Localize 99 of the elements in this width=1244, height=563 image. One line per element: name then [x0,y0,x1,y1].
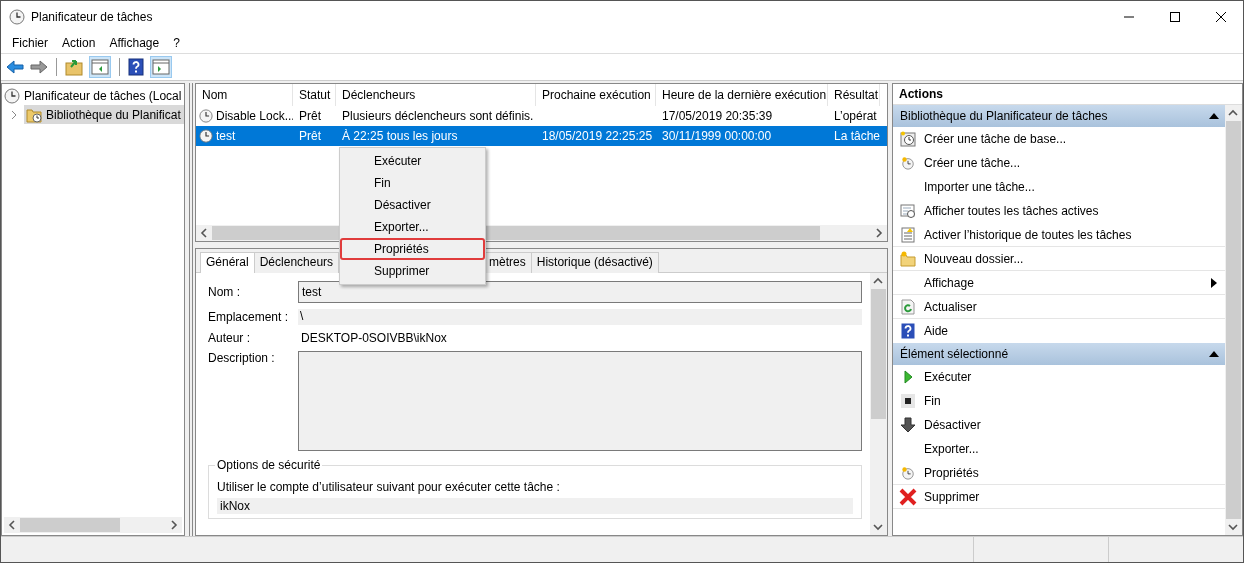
table-cell: test [216,129,236,143]
menu-item[interactable]: Fichier [5,35,55,50]
panel-icon [91,59,109,75]
log-icon [900,226,916,243]
section-title: Bibliothèque du Planificateur de tâches [900,109,1108,123]
description-field[interactable] [298,351,862,451]
submenu-arrow-icon [1211,277,1217,288]
tab[interactable]: Historique (désactivé) [530,252,659,273]
column-header[interactable]: Résultat [828,84,880,106]
table-row[interactable]: Disable Lock... Prêt Plusieurs déclencheurs sont définis. 17/05/2019 20:35:39 L’opérat [196,106,887,126]
chevron-icon[interactable] [10,109,18,120]
location-field: \ [298,309,862,325]
play-icon [901,370,915,384]
clock-icon [901,465,915,480]
tree-item[interactable]: Bibliothèque du Planificat [24,105,184,124]
menu-item[interactable]: Propriétés [340,238,485,260]
table-cell: À 22:25 tous les jours [342,129,458,143]
security-text: Utiliser le compte d’utilisateur suivant pour exécuter cette tâche : [217,480,561,494]
table-cell: 18/05/2019 22:25:25 [542,129,653,143]
panel-command[interactable]: Activer l’historique de toutes les tâches [924,227,1217,242]
panel-command[interactable]: Affichage [924,275,1211,290]
panel-command[interactable]: Importer une tâche... [924,180,1217,194]
author-value: DESKTOP-0SOIVBB\ikNox [300,331,447,345]
horizontal-scrollbar[interactable] [4,517,182,533]
menu-item[interactable]: Désactiver [340,194,485,216]
tree-item[interactable]: Planificateur de tâches (Local [2,86,184,105]
clock-icon [9,8,25,25]
account-field: ikNox [217,498,853,514]
close-icon[interactable] [1215,10,1227,23]
panel-command[interactable]: Aide [924,324,1217,338]
section-title: Élément sélectionné [900,347,1009,361]
name-field[interactable]: test [298,281,862,303]
table-cell: Disable Lock... [216,109,293,123]
folder-icon [900,250,916,267]
panel-command[interactable]: Exécuter [924,370,1217,384]
calendar-clock-icon [900,131,916,147]
clock-icon [199,109,213,123]
delete-icon [899,487,917,506]
column-header[interactable]: Statut [293,84,336,106]
table-cell: L’opérat [834,109,877,123]
back-arrow-icon[interactable] [6,59,24,75]
section-header[interactable]: Bibliothèque du Planificateur de tâches [893,105,1225,127]
panel-command[interactable]: Actualiser [924,299,1217,314]
panel-command[interactable]: Nouveau dossier... [924,251,1217,266]
panel-command[interactable]: Exporter... [924,442,1217,456]
panel-command[interactable]: Afficher toutes les tâches actives [924,204,1217,218]
menu-item[interactable]: Fin [340,172,485,194]
help-icon [901,323,915,339]
panel-command[interactable]: Créer une tâche de base... [924,132,1217,146]
table-cell: Prêt [299,109,321,123]
group-title: Options de sécurité [215,458,323,472]
menu-item[interactable]: Affichage [102,35,167,50]
maximize-icon[interactable] [1169,10,1181,23]
refresh-icon [900,298,916,315]
panel-command[interactable]: Désactiver [924,418,1217,432]
down-arrow-icon [900,417,916,433]
show-hide-actions-button[interactable] [150,56,172,78]
table-cell: Prêt [299,129,321,143]
help-icon[interactable] [128,58,144,76]
menu-item[interactable]: Supprimer [340,260,485,282]
panel-command[interactable]: Supprimer [924,489,1217,504]
table-cell: 17/05/2019 20:35:39 [662,109,773,123]
table-row[interactable]: test Prêt À 22:25 tous les jours 18/05/2019 22:25:25 30/11/1999 00:00:00 La tâche [196,126,887,146]
collapse-arrow-icon[interactable] [1209,351,1219,357]
vertical-scrollbar[interactable] [1225,105,1242,535]
table-cell: La tâche [834,129,880,143]
field-label: Description : [208,351,276,365]
panel-command[interactable]: Fin [924,394,1217,408]
column-header[interactable]: Nom [196,84,293,106]
tab[interactable]: Déclencheurs [253,252,340,273]
column-header[interactable]: Prochaine exécution [536,84,656,106]
panel-icon [152,59,170,75]
tab[interactable]: Général [200,252,255,273]
section-header[interactable]: Élément sélectionné [893,343,1225,365]
forward-arrow-icon[interactable] [30,59,48,75]
folder-clock-icon [26,106,42,123]
list-clock-icon [900,203,916,219]
show-hide-tree-button[interactable] [89,56,111,78]
collapse-arrow-icon[interactable] [1209,113,1219,119]
column-header[interactable]: Déclencheurs [336,84,536,106]
window-title: Planificateur de tâches [31,9,153,24]
clock-icon [901,156,915,170]
menu-item[interactable]: Action [55,35,103,50]
field-label: Emplacement : [208,310,290,324]
clock-icon [4,87,20,104]
menu-item[interactable]: Exécuter [340,150,485,172]
table-cell: Plusieurs déclencheurs sont définis. [342,109,534,123]
field-label: Auteur : [208,331,252,345]
panel-command[interactable]: Propriétés [924,465,1217,480]
table-cell: 30/11/1999 00:00:00 [662,129,772,143]
folder-up-icon[interactable] [65,58,83,76]
column-header[interactable]: Heure de la dernière exécution [656,84,828,106]
stop-icon [901,394,915,408]
vertical-scrollbar[interactable] [870,273,887,535]
menu-item[interactable]: Exporter... [340,216,485,238]
clock-icon [199,129,213,143]
panel-command[interactable]: Créer une tâche... [924,156,1217,170]
field-label: Nom : [208,285,241,299]
menu-item[interactable]: ? [166,35,187,50]
